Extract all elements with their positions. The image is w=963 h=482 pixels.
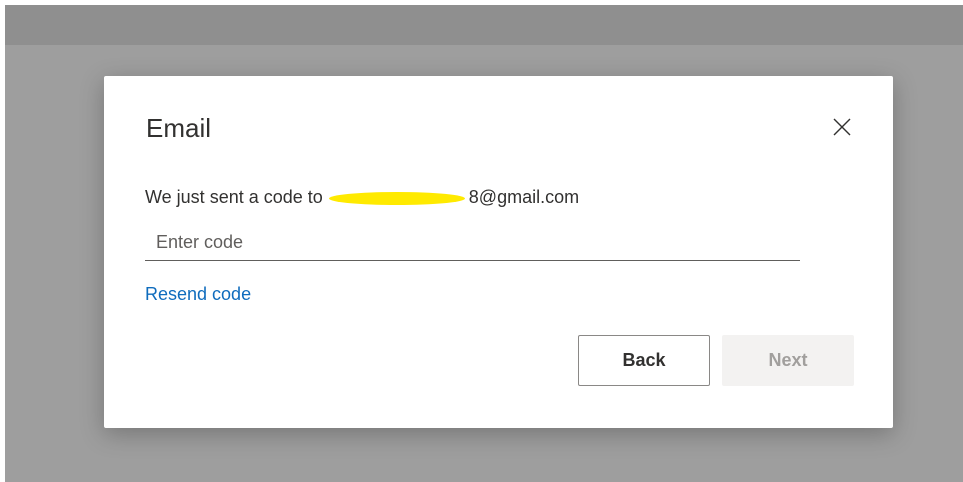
code-sent-message: We just sent a code to 8@gmail.com <box>145 187 579 208</box>
next-button[interactable]: Next <box>722 335 854 386</box>
close-icon <box>833 118 851 136</box>
email-verification-dialog: Email We just sent a code to 8@gmail.com… <box>104 76 893 428</box>
dialog-title: Email <box>146 113 212 143</box>
email-suffix: 8@gmail.com <box>468 187 580 207</box>
back-button[interactable]: Back <box>578 335 710 386</box>
resend-code-link[interactable]: Resend code <box>145 284 251 305</box>
close-button[interactable] <box>832 117 852 137</box>
backdrop-header-shade <box>5 5 963 45</box>
message-prefix: We just sent a code to <box>145 187 323 207</box>
redacted-email-mark <box>328 192 465 205</box>
code-input[interactable] <box>145 224 800 261</box>
